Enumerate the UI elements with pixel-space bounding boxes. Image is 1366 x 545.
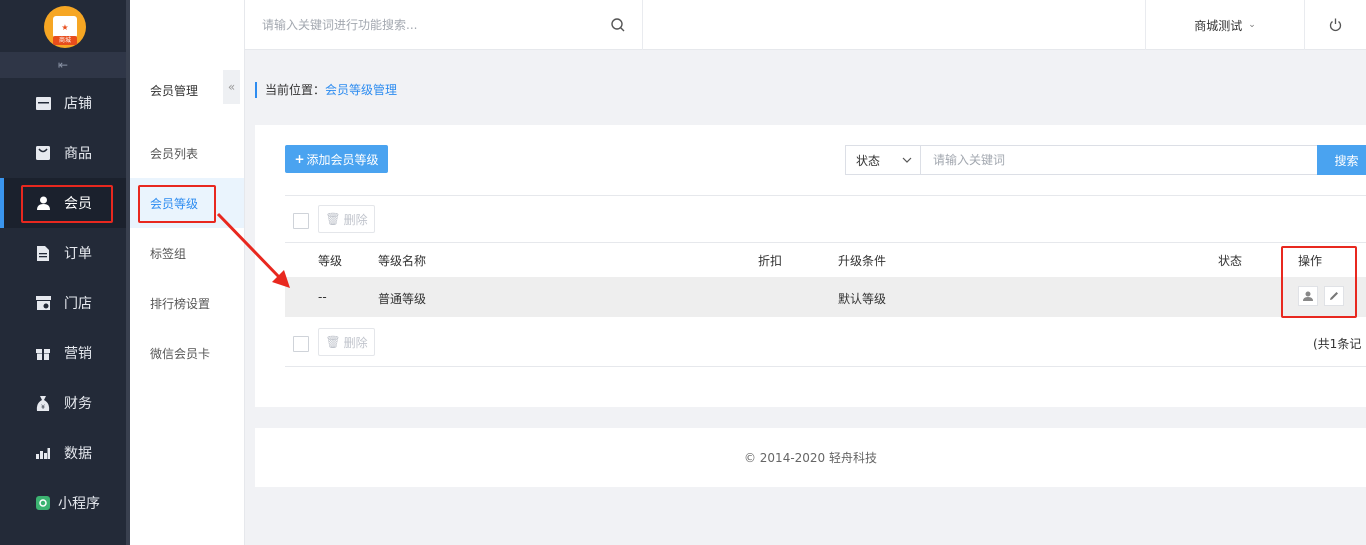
col-header-upgrade-condition: 升级条件 — [838, 254, 887, 268]
goods-icon — [35, 145, 51, 161]
status-filter-select[interactable]: 状态 — [845, 145, 921, 175]
logout-button[interactable] — [1305, 0, 1366, 50]
miniprogram-icon — [35, 495, 51, 511]
gift-icon — [35, 345, 51, 361]
highlight-box-member-level — [138, 185, 216, 223]
sidebar-item-label: 财务 — [64, 396, 92, 412]
submenu-collapse-button[interactable]: « — [223, 70, 240, 104]
search-icon[interactable] — [611, 18, 625, 32]
sidebar-item-shop[interactable]: 门店 — [0, 278, 126, 328]
col-header-status: 状态 — [1218, 254, 1243, 268]
app-logo[interactable]: ★ 商城 — [44, 6, 86, 48]
divider — [285, 366, 1366, 367]
member-level-panel: + 添加会员等级 状态 搜索 🗑 删除 等级 等级名称 折扣 升级条件 状态 操… — [255, 125, 1366, 407]
svg-text:¥: ¥ — [41, 404, 45, 411]
delete-label: 删除 — [343, 212, 368, 227]
sidebar-item-label: 小程序 — [58, 496, 100, 512]
sidebar-item-label: 店铺 — [64, 96, 92, 112]
sub-menu: 会员管理 « 会员列表 会员等级 标签组 排行榜设置 微信会员卡 — [130, 0, 245, 545]
keyword-input[interactable] — [933, 153, 1303, 167]
top-header: 商城测试 ⌄ — [130, 0, 1366, 50]
function-search — [245, 0, 643, 50]
page-footer: © 2014-2020 轻舟科技 — [255, 428, 1366, 487]
breadcrumb-prefix: 当前位置： — [265, 83, 326, 97]
submenu-item-member-list[interactable]: 会员列表 — [130, 128, 244, 178]
col-header-discount: 折扣 — [758, 254, 783, 268]
cell-level-name: 普通等级 — [378, 292, 427, 306]
copyright-text: © 2014-2020 轻舟科技 — [743, 451, 878, 465]
sidebar-item-label: 数据 — [64, 446, 92, 462]
function-search-input[interactable] — [262, 18, 602, 32]
select-all-checkbox-bottom[interactable] — [293, 336, 309, 352]
sidebar-collapse-button[interactable]: ⇤ — [0, 52, 126, 78]
cell-upgrade-condition: 默认等级 — [838, 292, 887, 306]
total-count: (共1条记 — [1313, 337, 1362, 351]
main-sidebar: ★ 商城 ⇤ 店铺 商品 会员 订单 门店 营销 ¥ 财务 数据 小程序 — [0, 0, 130, 545]
sidebar-item-finance[interactable]: ¥ 财务 — [0, 378, 126, 428]
chevron-down-icon: ⌄ — [1248, 20, 1256, 30]
divider — [285, 242, 1366, 243]
keyword-field — [920, 145, 1318, 175]
table-row — [285, 277, 1366, 317]
double-chevron-left-icon: « — [227, 80, 236, 94]
sidebar-item-label: 门店 — [64, 296, 92, 312]
sidebar-item-marketing[interactable]: 营销 — [0, 328, 126, 378]
money-bag-icon: ¥ — [35, 395, 51, 411]
delete-button-bottom[interactable]: 🗑 删除 — [318, 328, 375, 356]
delete-button-top[interactable]: 🗑 删除 — [318, 205, 375, 233]
breadcrumb: 当前位置：会员等级管理 — [255, 82, 397, 98]
status-filter-label: 状态 — [856, 153, 881, 168]
sidebar-item-goods[interactable]: 商品 — [0, 128, 126, 178]
search-button[interactable]: 搜索 — [1317, 145, 1366, 175]
sidebar-nav: 店铺 商品 会员 订单 门店 营销 ¥ 财务 数据 小程序 — [0, 78, 126, 528]
sidebar-item-label: 订单 — [64, 246, 92, 262]
highlight-box-member-nav — [21, 185, 113, 223]
sidebar-item-order[interactable]: 订单 — [0, 228, 126, 278]
divider — [285, 195, 1366, 196]
sidebar-item-miniprogram[interactable]: 小程序 — [0, 478, 126, 528]
cell-level: -- — [318, 290, 327, 304]
logo-bag-icon: ★ — [53, 16, 77, 38]
col-header-level-name: 等级名称 — [378, 254, 427, 268]
sidebar-item-label: 营销 — [64, 346, 92, 362]
bar-chart-icon — [35, 445, 51, 461]
submenu-title: 会员管理 — [150, 84, 199, 98]
sidebar-item-data[interactable]: 数据 — [0, 428, 126, 478]
shop-switcher[interactable]: 商城测试 ⌄ — [1145, 0, 1305, 50]
sidebar-item-store[interactable]: 店铺 — [0, 78, 126, 128]
col-header-level: 等级 — [318, 254, 343, 268]
shop-icon — [35, 295, 51, 311]
sidebar-item-label: 商品 — [64, 146, 92, 162]
chevron-down-icon — [902, 157, 912, 163]
submenu-item-ranking-settings[interactable]: 排行榜设置 — [130, 278, 244, 328]
delete-label: 删除 — [343, 335, 368, 350]
trash-icon: 🗑 — [325, 335, 341, 349]
order-icon — [35, 245, 51, 261]
highlight-box-actions — [1281, 246, 1357, 318]
add-member-level-label: 添加会员等级 — [306, 152, 379, 167]
plus-icon: + — [294, 152, 305, 166]
submenu-item-wechat-card[interactable]: 微信会员卡 — [130, 328, 244, 378]
collapse-icon: ⇤ — [57, 58, 69, 72]
select-all-checkbox-top[interactable] — [293, 213, 309, 229]
add-member-level-button[interactable]: + 添加会员等级 — [285, 145, 388, 173]
trash-icon: 🗑 — [325, 212, 341, 226]
power-icon — [1329, 18, 1342, 32]
logo-text: 商城 — [53, 36, 77, 45]
store-icon — [35, 95, 51, 111]
submenu-item-tag-group[interactable]: 标签组 — [130, 228, 244, 278]
shop-name: 商城测试 — [1194, 18, 1243, 33]
breadcrumb-current[interactable]: 会员等级管理 — [325, 83, 397, 97]
